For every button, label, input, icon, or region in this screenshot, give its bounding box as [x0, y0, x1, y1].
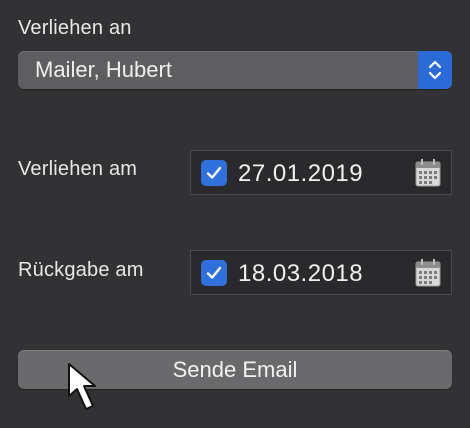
loaned-on-date[interactable]: 27.01.2019: [238, 160, 363, 188]
calendar-icon[interactable]: [415, 259, 441, 287]
loaned-on-date-field[interactable]: 27.01.2019: [190, 150, 452, 195]
loaned-to-popup[interactable]: Mailer, Hubert: [18, 51, 452, 89]
loaned-to-value: Mailer, Hubert: [35, 57, 172, 82]
checkmark-icon: [206, 166, 222, 179]
up-down-chevron-icon[interactable]: [418, 51, 452, 89]
checkmark-icon: [206, 266, 222, 279]
return-on-checkbox[interactable]: [201, 260, 227, 286]
return-on-date-field[interactable]: 18.03.2018: [190, 250, 452, 295]
loaned-to-label: Verliehen an: [18, 17, 132, 39]
return-on-label: Rückgabe am: [18, 259, 144, 281]
loan-form-panel: Verliehen an Mailer, Hubert Verliehen am…: [0, 0, 470, 428]
return-on-date[interactable]: 18.03.2018: [238, 260, 363, 288]
calendar-icon[interactable]: [415, 159, 441, 187]
mouse-pointer-icon: [68, 363, 96, 410]
loaned-on-checkbox[interactable]: [201, 160, 227, 186]
loaned-on-label: Verliehen am: [18, 158, 138, 180]
